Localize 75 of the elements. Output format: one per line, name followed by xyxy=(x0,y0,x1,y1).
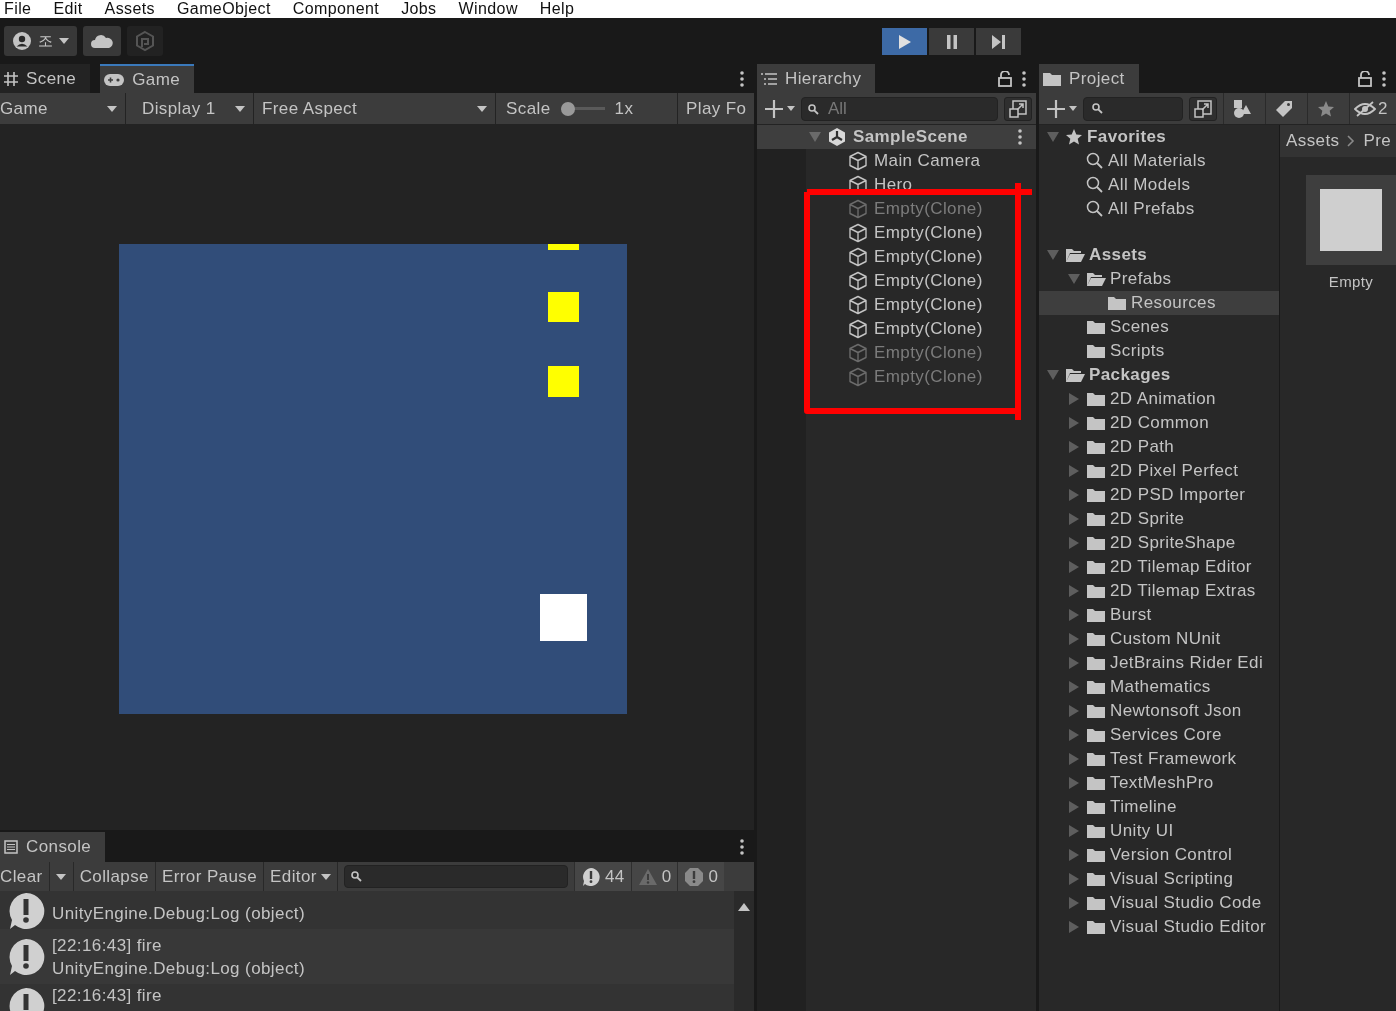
mode-dropdown[interactable]: Game xyxy=(0,93,126,124)
project-tree-item[interactable]: Packages xyxy=(1039,363,1279,387)
project-tree-item[interactable]: 2D PSD Importer xyxy=(1039,483,1279,507)
log-text: [22:16:43] fire xyxy=(52,986,162,1006)
project-tree-item[interactable]: JetBrains Rider Edi xyxy=(1039,651,1279,675)
scene-row[interactable]: SampleScene xyxy=(757,125,1036,149)
menu-item[interactable]: Assets xyxy=(104,0,155,18)
menu-item[interactable]: GameObject xyxy=(177,0,271,18)
error-count-button[interactable]: 0 xyxy=(677,862,725,891)
menu-item[interactable]: Help xyxy=(539,0,575,18)
project-tree-item[interactable]: Assets xyxy=(1039,243,1279,267)
breadcrumb-item[interactable]: Pre xyxy=(1363,131,1392,151)
menu-item[interactable]: Jobs xyxy=(401,0,437,18)
breadcrumb-item[interactable]: Assets xyxy=(1286,131,1340,151)
project-tree-item[interactable]: Custom NUnit xyxy=(1039,627,1279,651)
scale-value: 1x xyxy=(614,98,634,119)
project-tree-item[interactable]: Scripts xyxy=(1039,339,1279,363)
project-tree-item[interactable]: TextMeshPro xyxy=(1039,771,1279,795)
game-object-item[interactable]: Empty(Clone) xyxy=(806,317,1036,341)
game-object-item[interactable]: Empty(Clone) xyxy=(806,245,1036,269)
project-tree-item[interactable]: Mathematics xyxy=(1039,675,1279,699)
project-tree-item[interactable]: Prefabs xyxy=(1039,267,1279,291)
project-tree-item[interactable]: Visual Studio Editor xyxy=(1039,915,1279,939)
project-tree-item[interactable]: Test Framework xyxy=(1039,747,1279,771)
log-text: UnityEngine.Debug:Log (object) xyxy=(52,903,305,925)
project-tree-item[interactable]: 2D Pixel Perfect xyxy=(1039,459,1279,483)
log-text: [22:16:43] fire xyxy=(52,934,163,957)
asset-name: Empty xyxy=(1328,273,1374,290)
log-entry[interactable]: [22:16:43] fire xyxy=(0,984,734,1011)
menu-item[interactable]: Component xyxy=(292,0,380,18)
console-tab[interactable]: Console xyxy=(0,832,106,862)
clear-button[interactable]: Clear xyxy=(0,862,50,891)
search-field[interactable]: All xyxy=(801,96,998,121)
game-object-item[interactable]: Empty(Clone) xyxy=(806,221,1036,245)
project-tree-item[interactable]: Unity UI xyxy=(1039,819,1279,843)
project-tab[interactable]: Project xyxy=(1039,64,1139,93)
project-tree-item[interactable]: Services Core xyxy=(1039,723,1279,747)
project-tree-item[interactable]: 2D Animation xyxy=(1039,387,1279,411)
log-text: UnityEngine.Debug:Log (object) xyxy=(52,957,305,980)
game-tab[interactable]: Game xyxy=(100,64,195,93)
game-object-item[interactable]: Empty(Clone) xyxy=(806,293,1036,317)
game-object-item[interactable]: Main Camera xyxy=(806,149,1036,173)
warning-count-button[interactable]: 0 xyxy=(630,862,678,891)
project-tree-item[interactable]: Resources xyxy=(1039,291,1279,315)
project-tree-item[interactable]: 2D SpriteShape xyxy=(1039,531,1279,555)
log-entry[interactable]: UnityEngine.Debug:Log (object) xyxy=(0,891,734,929)
project-tree-item[interactable]: Favorites xyxy=(1039,125,1279,149)
scene-tab[interactable]: Scene xyxy=(0,64,91,93)
project-tree-item[interactable]: 2D Sprite xyxy=(1039,507,1279,531)
project-tree-item[interactable]: Burst xyxy=(1039,603,1279,627)
project-tree-item[interactable]: All Prefabs xyxy=(1039,197,1279,221)
menu-item[interactable]: File xyxy=(4,0,32,18)
scale-label: Scale xyxy=(506,98,551,119)
project-tree-item[interactable]: 2D Common xyxy=(1039,411,1279,435)
project-tree-item[interactable]: All Models xyxy=(1039,173,1279,197)
project-tree-item[interactable]: Timeline xyxy=(1039,795,1279,819)
account-button[interactable]: 조 xyxy=(4,26,77,56)
project-tree-item[interactable]: Visual Studio Code xyxy=(1039,891,1279,915)
info-count-button[interactable]: 44 xyxy=(573,862,631,891)
project-tree-item[interactable]: 2D Tilemap Editor xyxy=(1039,555,1279,579)
aspect-dropdown[interactable]: Free Aspect xyxy=(254,93,496,124)
project-tree-item[interactable]: All Materials xyxy=(1039,149,1279,173)
project-tree-item[interactable]: Visual Scripting xyxy=(1039,867,1279,891)
menu-item[interactable]: Edit xyxy=(53,0,83,18)
menu-item[interactable]: Window xyxy=(458,0,518,18)
log-entry[interactable]: [22:16:43] fire UnityEngine.Debug:Log (object) xyxy=(0,929,734,984)
play-focus-dropdown[interactable]: Play Fo xyxy=(678,98,747,119)
game-object-item[interactable]: Empty(Clone) xyxy=(806,269,1036,293)
hierarchy-tab[interactable]: Hierarchy xyxy=(757,64,876,93)
project-tree-item[interactable]: Version Control xyxy=(1039,843,1279,867)
project-tree-item[interactable]: 2D Tilemap Extras xyxy=(1039,579,1279,603)
display-dropdown[interactable]: Display 1 xyxy=(126,93,254,124)
project-tree-item[interactable]: 2D Path xyxy=(1039,435,1279,459)
project-tree-item[interactable]: Newtonsoft Json xyxy=(1039,699,1279,723)
project-tree-item[interactable]: Scenes xyxy=(1039,315,1279,339)
